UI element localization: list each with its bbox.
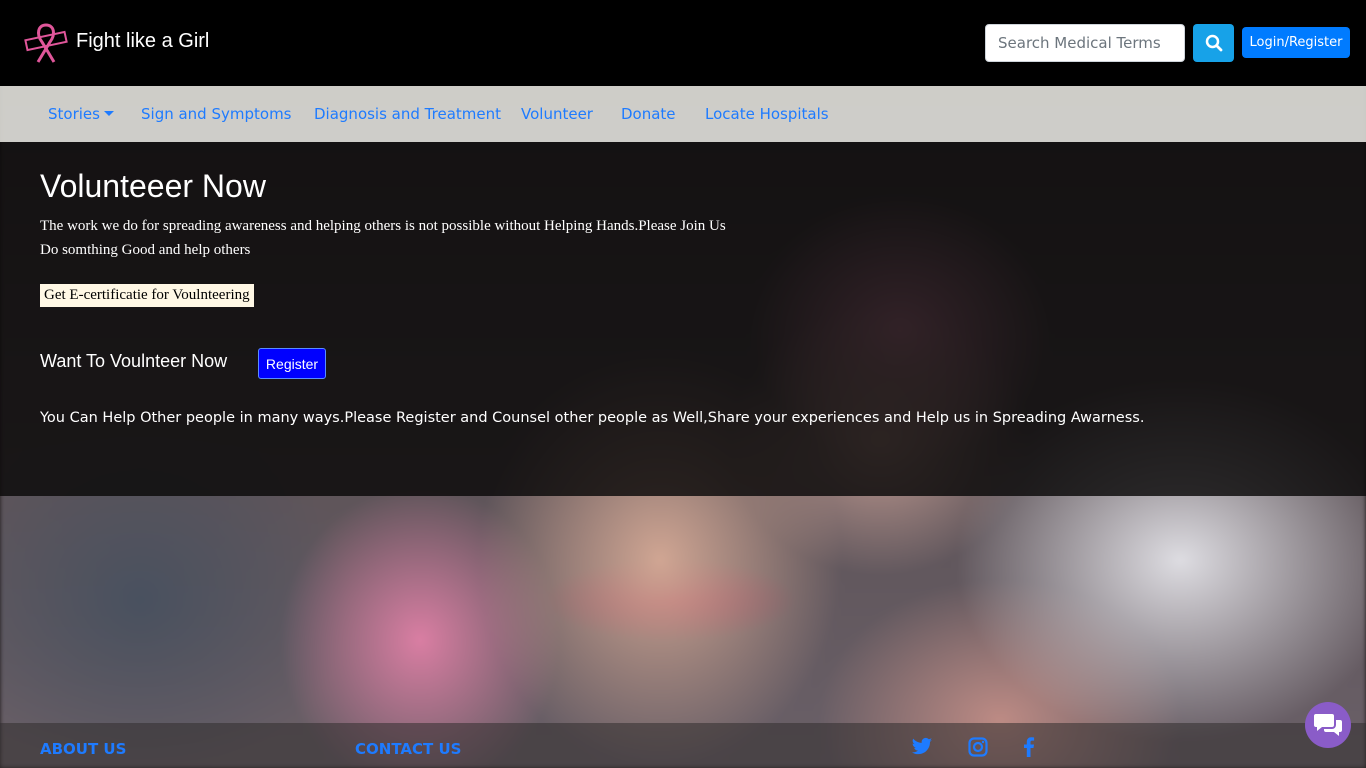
certificate-banner: Get E-certificatie for Voulnteering [40,284,254,307]
nav-item-diagnosis-and-treatment[interactable]: Diagnosis and Treatment [314,105,501,123]
register-button[interactable]: Register [258,348,326,379]
nav-item-donate[interactable]: Donate [621,105,676,123]
about-us-link[interactable]: ABOUT US [40,740,126,758]
search-icon [1205,34,1222,52]
search-button[interactable] [1193,24,1234,62]
twitter-icon[interactable] [911,737,933,757]
facebook-icon[interactable] [1018,737,1040,757]
footer: ABOUT US CONTACT US [0,723,1366,768]
volunteer-panel: Volunteeer Now The work we do for spread… [0,142,1366,496]
description-line: The work we do for spreading awareness a… [40,218,726,234]
nav-item-locate-hospitals[interactable]: Locate Hospitals [705,105,829,123]
help-text: You Can Help Other people in many ways.P… [40,410,1145,426]
login-register-button[interactable]: Login/Register [1242,27,1350,58]
volunteer-description: The work we do for spreading awareness a… [40,214,726,262]
search-input[interactable] [985,24,1185,62]
main-nav: Stories Sign and Symptoms Diagnosis and … [0,86,1366,142]
nav-item-label: Stories [48,105,100,123]
nav-item-stories[interactable]: Stories [48,105,114,123]
page-title: Volunteeer Now [40,168,266,204]
description-line: Do somthing Good and help others [40,242,251,258]
contact-us-link[interactable]: CONTACT US [355,740,461,758]
nav-item-volunteer[interactable]: Volunteer [521,105,593,123]
chat-bubbles-icon [1314,714,1342,736]
volunteer-prompt: Want To Voulnteer Now [40,351,228,371]
nav-item-sign-and-symptoms[interactable]: Sign and Symptoms [141,105,292,123]
brand-name[interactable]: Fight like a Girl [76,30,209,53]
instagram-icon[interactable] [967,737,989,757]
chat-button[interactable] [1305,702,1351,748]
caret-down-icon [103,111,114,116]
pink-ribbon-icon [24,23,68,63]
top-header: Fight like a Girl Login/Register [0,0,1366,86]
